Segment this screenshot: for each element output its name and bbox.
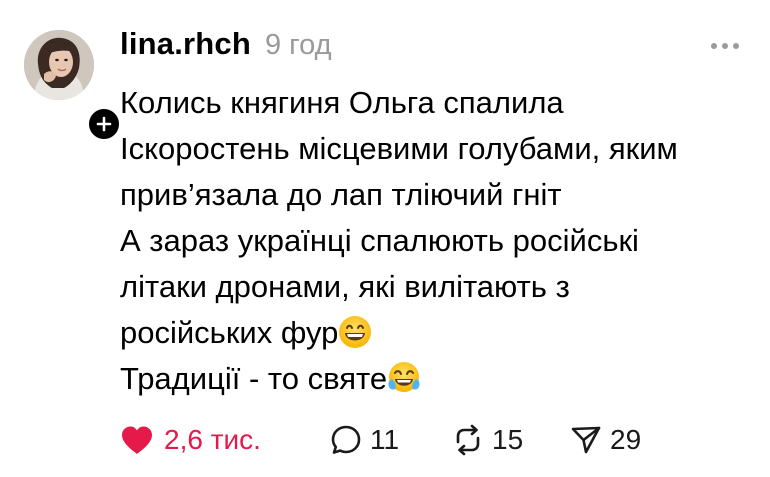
author-avatar-container [24, 30, 122, 142]
post-text-line: літаки дронами, які вилітають з [120, 269, 570, 304]
avatar[interactable] [24, 30, 94, 100]
reply-count: 11 [370, 424, 400, 455]
share-count: 29 [610, 424, 642, 455]
post-text-line: прив’язала до лап тліючий гніт [120, 177, 562, 212]
grinning-face-emoji-icon [339, 316, 372, 348]
post-text-line: Традиції - то святе [120, 361, 388, 396]
post-text-line: Колись княгиня Ольга спалила [120, 85, 564, 120]
post-text-line: А зараз українці спалюють російські [120, 223, 639, 258]
follow-button[interactable] [86, 106, 122, 142]
comment-icon [331, 425, 361, 454]
user-avatar-photo-icon [24, 30, 94, 100]
post-header: lina.rhch 9 год [120, 26, 332, 70]
thread-post: lina.rhch 9 год Колись княгиня Ольга спа… [0, 0, 770, 477]
heart-icon [122, 426, 152, 454]
like-count: 2,6 тис. [164, 424, 261, 455]
more-options-button[interactable] [700, 34, 750, 58]
reply-button[interactable]: 11 [330, 418, 399, 462]
plus-icon [96, 116, 112, 132]
repost-count: 15 [492, 424, 524, 455]
post-timestamp: 9 год [265, 29, 332, 61]
author-username[interactable]: lina.rhch [120, 26, 251, 62]
post-text-line: Іскоростень місцевими голубами, яким [120, 131, 678, 166]
post-text: Колись княгиня Ольга спалила Іскоростень… [120, 80, 760, 402]
post-actions: 2,6 тис. 11 15 29 [120, 418, 740, 462]
repost-button[interactable]: 15 [452, 418, 523, 462]
like-button[interactable]: 2,6 тис. [120, 418, 261, 462]
share-button[interactable]: 29 [570, 418, 641, 462]
send-icon [571, 426, 601, 454]
post-text-line: російських фур [120, 315, 339, 350]
ellipsis-icon [711, 43, 739, 49]
post-text-line-with-emoji: Традиції - то святе [120, 356, 760, 402]
post-text-line-with-emoji: російських фур [120, 310, 760, 356]
tears-of-joy-emoji-icon [388, 362, 420, 392]
repost-icon [456, 424, 480, 456]
